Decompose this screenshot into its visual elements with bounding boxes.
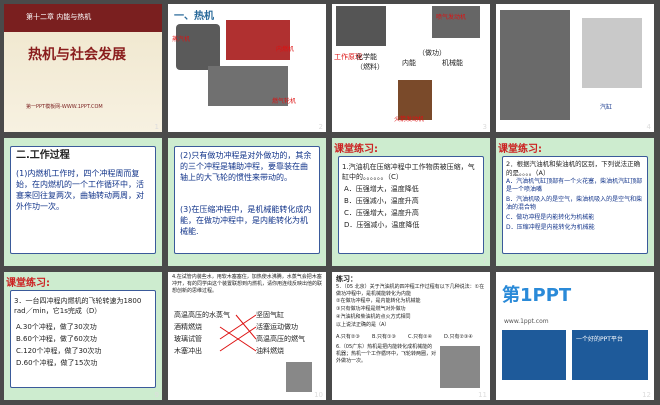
slide-number: 12 — [642, 391, 651, 399]
line-4: ④汽油机和柴油机的点火方式相同 — [336, 314, 411, 320]
paragraph-3: (3)在压缩冲程中，是机械能转化成内能，在做功冲程中，是内能转化为机械能. — [180, 205, 312, 236]
slide-number: 5 — [154, 257, 159, 265]
choice-a[interactable]: A.只有②③ — [336, 332, 360, 343]
option-d[interactable]: D．压缩冲程是内能转化为机械能 — [506, 224, 646, 232]
chapter-label: 第十二章 内能与热机 — [26, 13, 92, 21]
caption-rocket: 火箭发动机 — [394, 116, 425, 123]
slide-11[interactable]: 练习： 5．（05 北京）关于汽油机的四冲程工作过程有以下几种说法：①在做功冲程… — [332, 272, 490, 400]
promo-panel-left — [502, 330, 566, 380]
engine-photo — [500, 10, 570, 120]
slide-8[interactable]: 课堂练习: 2．根据汽油机和柴油机的区别，下列说法正确的是。。。。（A） A．汽… — [496, 138, 654, 266]
caption-ice: 内燃机 — [276, 46, 295, 53]
slide-3[interactable]: 喷气发动机 工作原理 化学能 （燃料） 内能 （做功） 机械能 火箭发动机 3 — [332, 4, 490, 132]
slide-heading: 二.工作过程 — [16, 150, 70, 161]
slide-number: 10 — [314, 391, 323, 399]
exercise-tag: 课堂练习: — [6, 274, 50, 289]
option-c[interactable]: C．压强增大，温度升高 — [344, 208, 419, 219]
slide-12[interactable]: 第1PPT www.1ppt.com 一个好的PPT平台 12 — [496, 272, 654, 400]
slide-number: 2 — [318, 123, 323, 131]
exercise-tag: 课堂练习: — [334, 140, 378, 155]
line-2: ②在做功冲程中，是内能转化为机械能 — [336, 298, 421, 304]
line-6: 6.（05广东）热机是把内能转化成机械能的机器；热机一个工作循环中，飞轮转两圈，… — [336, 344, 437, 364]
option-b[interactable]: B.60个冲程，做了60次功 — [16, 334, 97, 345]
energy-mechanical: 机械能 — [442, 59, 463, 67]
option-a[interactable]: A．压强增大，温度降低 — [344, 184, 419, 195]
caption-jet: 喷气发动机 — [436, 14, 467, 21]
slide-heading: 一、热机 — [174, 11, 214, 22]
slide-body: (1)内燃机工作时，四个冲程周而复始，在内燃机的一个工作循环中，活塞来回往复两次… — [16, 169, 144, 211]
option-c[interactable]: C.120个冲程，做了30次功 — [16, 346, 101, 357]
slide-9[interactable]: 课堂练习: 3．一台四冲程内燃机的飞轮转速为1800 rad／min，它1s完成… — [4, 272, 162, 400]
energy-internal: 内能 — [402, 59, 416, 67]
test-tube-diagram — [286, 362, 312, 392]
caption-steam: 蒸汽机 — [172, 36, 191, 43]
exercise-tag: 课堂练习: — [498, 140, 542, 155]
option-d[interactable]: D．压强减小，温度降低 — [344, 220, 419, 231]
caption-turbine: 燃气轮机 — [272, 98, 297, 105]
engine-photo — [336, 6, 386, 46]
slide-number: 1 — [154, 123, 159, 131]
slide-number: 8 — [646, 257, 651, 265]
question-text: 3．一台四冲程内燃机的飞轮转速为1800 rad／min，它1s完成（D） — [14, 297, 142, 315]
energy-fuel: （燃料） — [356, 63, 384, 71]
engine-diagram — [440, 346, 480, 388]
slide-number: 7 — [482, 257, 487, 265]
brand-url: www.1ppt.com — [504, 318, 549, 325]
slide-number: 9 — [154, 391, 159, 399]
slide-4[interactable]: 汽缸 4 — [496, 4, 654, 132]
option-b[interactable]: B．压强减小，温度升高 — [344, 196, 419, 207]
promo-note: 一个好的PPT平台 — [576, 336, 623, 343]
slide-10[interactable]: 4.在试管内装些水，用软木塞塞住，加热使水沸腾，水蒸气会把木塞冲开，有的同学由这… — [168, 272, 326, 400]
choice-c[interactable]: C.只有②④ — [408, 332, 432, 343]
steam-engine-image — [176, 24, 220, 70]
line-1: 5．（05 北京）关于汽油机的四冲程工作过程有以下几种说法：①在做功冲程中，是机… — [336, 284, 485, 297]
option-c[interactable]: C．做功冲程是内能转化为机械能 — [506, 214, 646, 222]
slide-number: 4 — [646, 123, 651, 131]
paragraph-2: (2)只有做功冲程是对外做功的，其余的三个冲程是辅助冲程，要靠装在曲轴上的大飞轮… — [180, 151, 312, 182]
slide-6[interactable]: (2)只有做功冲程是对外做功的，其余的三个冲程是辅助冲程，要靠装在曲轴上的大飞轮… — [168, 138, 326, 266]
slide-1[interactable]: 第十二章 内能与热机 热机与社会发展 第一PPT模板网-WWW.1PPT.COM… — [4, 4, 162, 132]
slide-number: 6 — [318, 257, 323, 265]
question-text: 1.汽油机在压缩冲程中工作物质被压缩，气缸中的。。。。。。（C） — [342, 163, 475, 181]
choice-d[interactable]: D.只有②③④ — [444, 332, 473, 343]
line-3: ③只有做功冲程是燃气对外做功 — [336, 306, 406, 312]
choice-b[interactable]: B.只有①③ — [372, 332, 396, 343]
question-text: 2．根据汽油机和柴油机的区别，下列说法正确的是。。。。（A） — [506, 160, 641, 177]
slide-number: 3 — [482, 123, 487, 131]
caption-cylinder: 汽缸 — [600, 104, 613, 111]
option-b[interactable]: B．汽油机吸入的是空气，柴油机吸入的是空气和柴油的混合物 — [506, 196, 646, 212]
line-5: 以上说法正确的是（A） — [336, 322, 390, 328]
slide-number: 11 — [478, 391, 487, 399]
slide-2[interactable]: 一、热机 蒸汽机 内燃机 燃气轮机 2 — [168, 4, 326, 132]
slide-5[interactable]: 二.工作过程 (1)内燃机工作时，四个冲程周而复始，在内燃机的一个工作循环中，活… — [4, 138, 162, 266]
cylinder-diagram — [582, 18, 642, 88]
option-a[interactable]: A．汽油机气缸顶部有一个火花塞，柴油机汽缸顶部是一个喷油嘴 — [506, 178, 646, 194]
slide-title: 热机与社会发展 — [28, 47, 126, 63]
option-a[interactable]: A.30个冲程，做了30次功 — [16, 322, 97, 333]
brand-logo: 第1PPT — [502, 285, 572, 306]
footer-text: 第一PPT模板网-WWW.1PPT.COM — [26, 104, 103, 110]
slide-7[interactable]: 课堂练习: 1.汽油机在压缩冲程中工作物质被压缩，气缸中的。。。。。。（C） A… — [332, 138, 490, 266]
option-d[interactable]: D.60个冲程，做了15次功 — [16, 358, 97, 369]
